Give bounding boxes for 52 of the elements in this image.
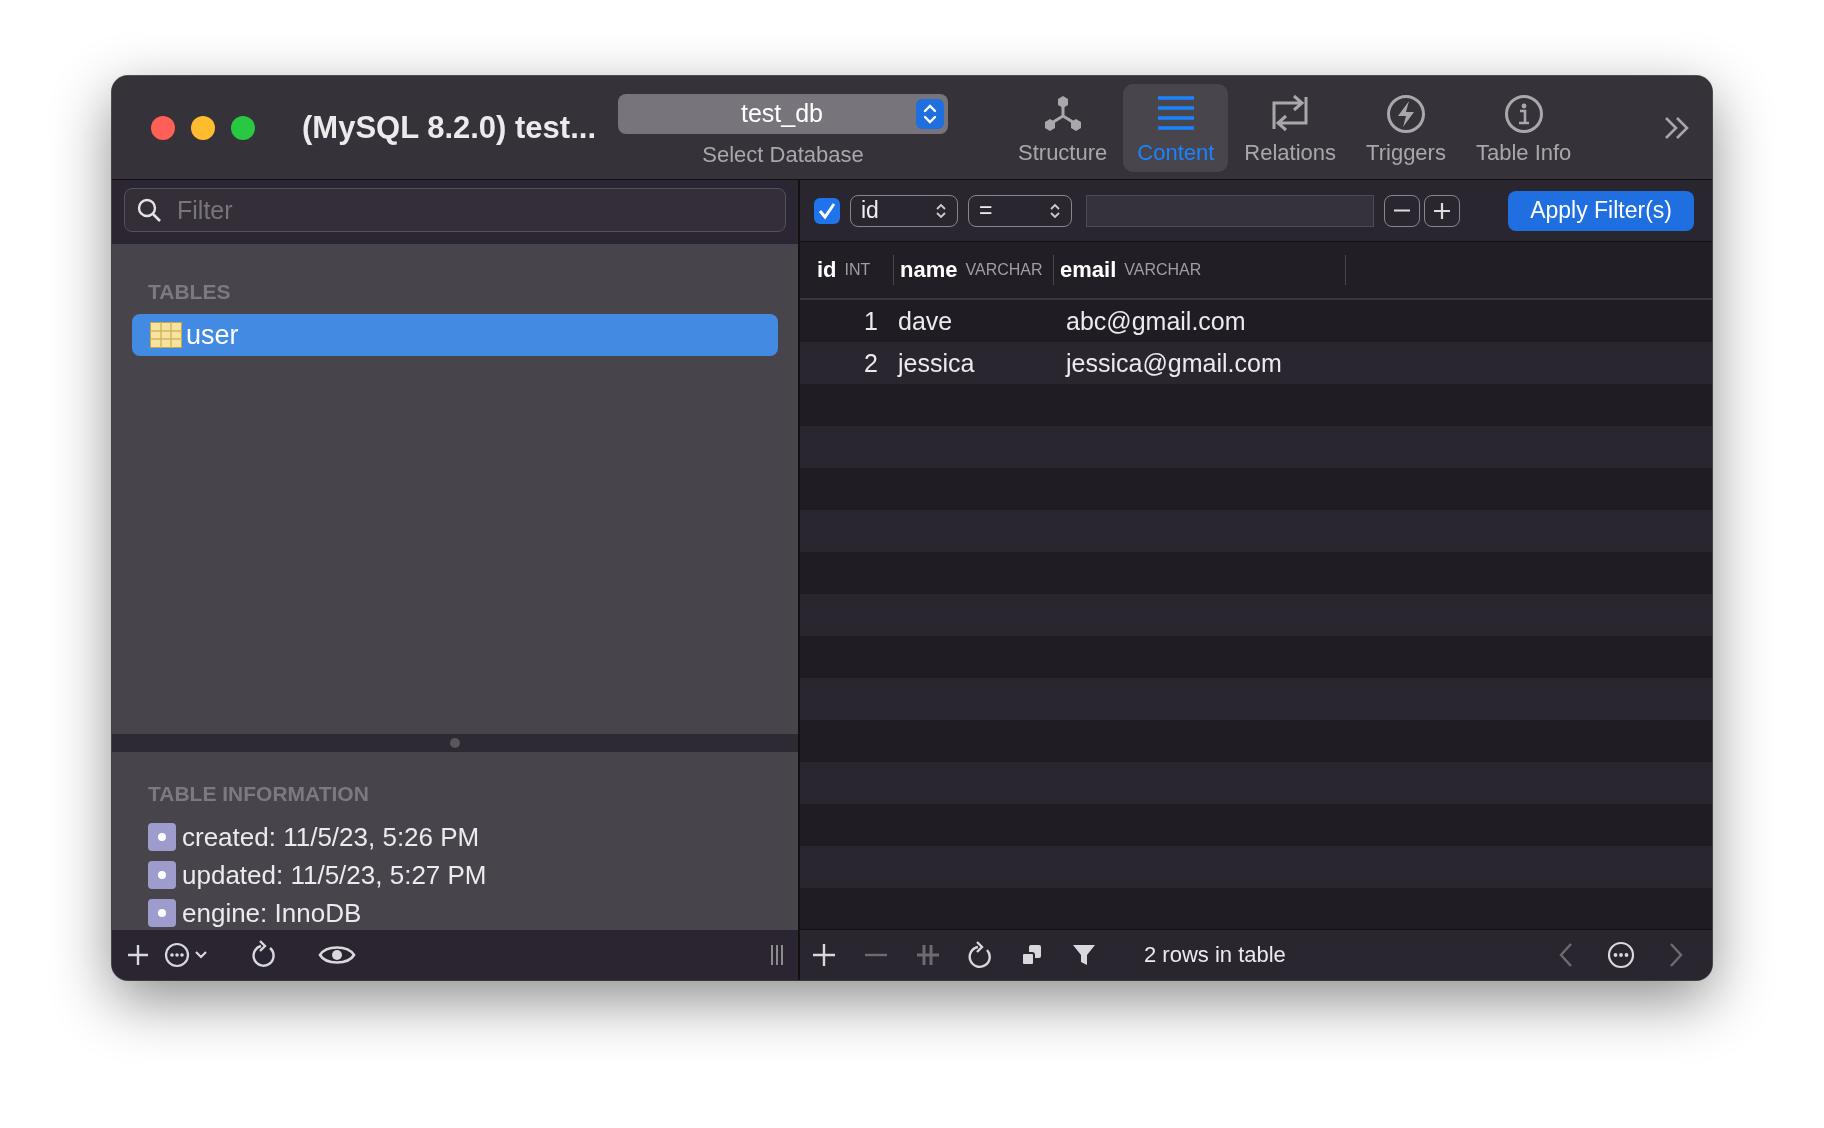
table-list-item[interactable]: user (132, 314, 778, 356)
toolbar-tab[interactable]: Triggers (1352, 83, 1460, 172)
zoom-icon[interactable] (230, 114, 256, 141)
bolt-icon (1386, 93, 1426, 134)
add-filter-button[interactable] (1424, 194, 1460, 227)
minus-icon (1393, 209, 1411, 212)
splitter-handle-icon[interactable] (449, 737, 461, 749)
refresh-icon[interactable] (966, 941, 994, 969)
toolbar-tab[interactable]: Structure (1004, 83, 1122, 172)
table-cell-text: jessica (896, 348, 976, 378)
info-item-icon (148, 861, 176, 889)
table-cell-text: jessica@gmail.com (1064, 348, 1283, 378)
info-text: created: 11/5/23, 5:26 PM (182, 821, 480, 853)
minimize-icon[interactable] (190, 114, 216, 141)
more-icon[interactable] (1606, 940, 1636, 970)
apply-filter-button[interactable]: Apply Filter(s) (1508, 190, 1694, 231)
window-title: (MySQL 8.2.0) test... (302, 109, 596, 146)
toolbar-tab[interactable]: Relations (1230, 83, 1351, 172)
database-label: Select Database (702, 141, 864, 168)
plus-icon[interactable] (126, 943, 150, 967)
info-text: updated: 11/5/23, 5:27 PM (182, 859, 487, 891)
info-text: engine: InnoDB (182, 897, 362, 929)
updown-icon (1049, 201, 1061, 220)
info-item-icon (148, 823, 176, 851)
table-cell-text: 2 (863, 348, 879, 378)
remove-filter-button[interactable] (1384, 194, 1420, 227)
operator-dropdown[interactable]: = (968, 194, 1072, 227)
database-dropdown[interactable]: test_db (618, 93, 948, 134)
filter-value-field[interactable] (1086, 194, 1374, 227)
close-icon[interactable] (150, 114, 176, 141)
info-icon (1503, 93, 1544, 134)
plus-icon[interactable] (810, 941, 838, 969)
status-text: 2 rows in table (1144, 942, 1286, 968)
column-header[interactable]: name VARCHAR (894, 255, 1054, 285)
column-grip-icon[interactable] (770, 944, 784, 966)
info-item-icon (148, 899, 176, 927)
table-icon (150, 322, 182, 348)
more-menu-icon[interactable] (164, 941, 210, 969)
search-icon (136, 197, 162, 223)
refresh-icon[interactable] (250, 940, 278, 970)
column-header[interactable]: email VARCHAR (1054, 255, 1346, 285)
plus-icon (1432, 200, 1452, 221)
updown-icon (916, 98, 944, 129)
toolbar-tab[interactable]: Table Info (1461, 83, 1586, 172)
table-cell-text: dave (897, 306, 954, 336)
checkbox[interactable] (814, 197, 840, 224)
table-cell-text: abc@gmail.com (1065, 306, 1247, 336)
table-cell-text: 1 (863, 306, 879, 336)
column-header[interactable]: id INT (814, 255, 894, 285)
filter-field[interactable]: Filter (124, 188, 786, 232)
updown-icon (935, 201, 947, 220)
column-dropdown[interactable]: id (850, 194, 958, 227)
